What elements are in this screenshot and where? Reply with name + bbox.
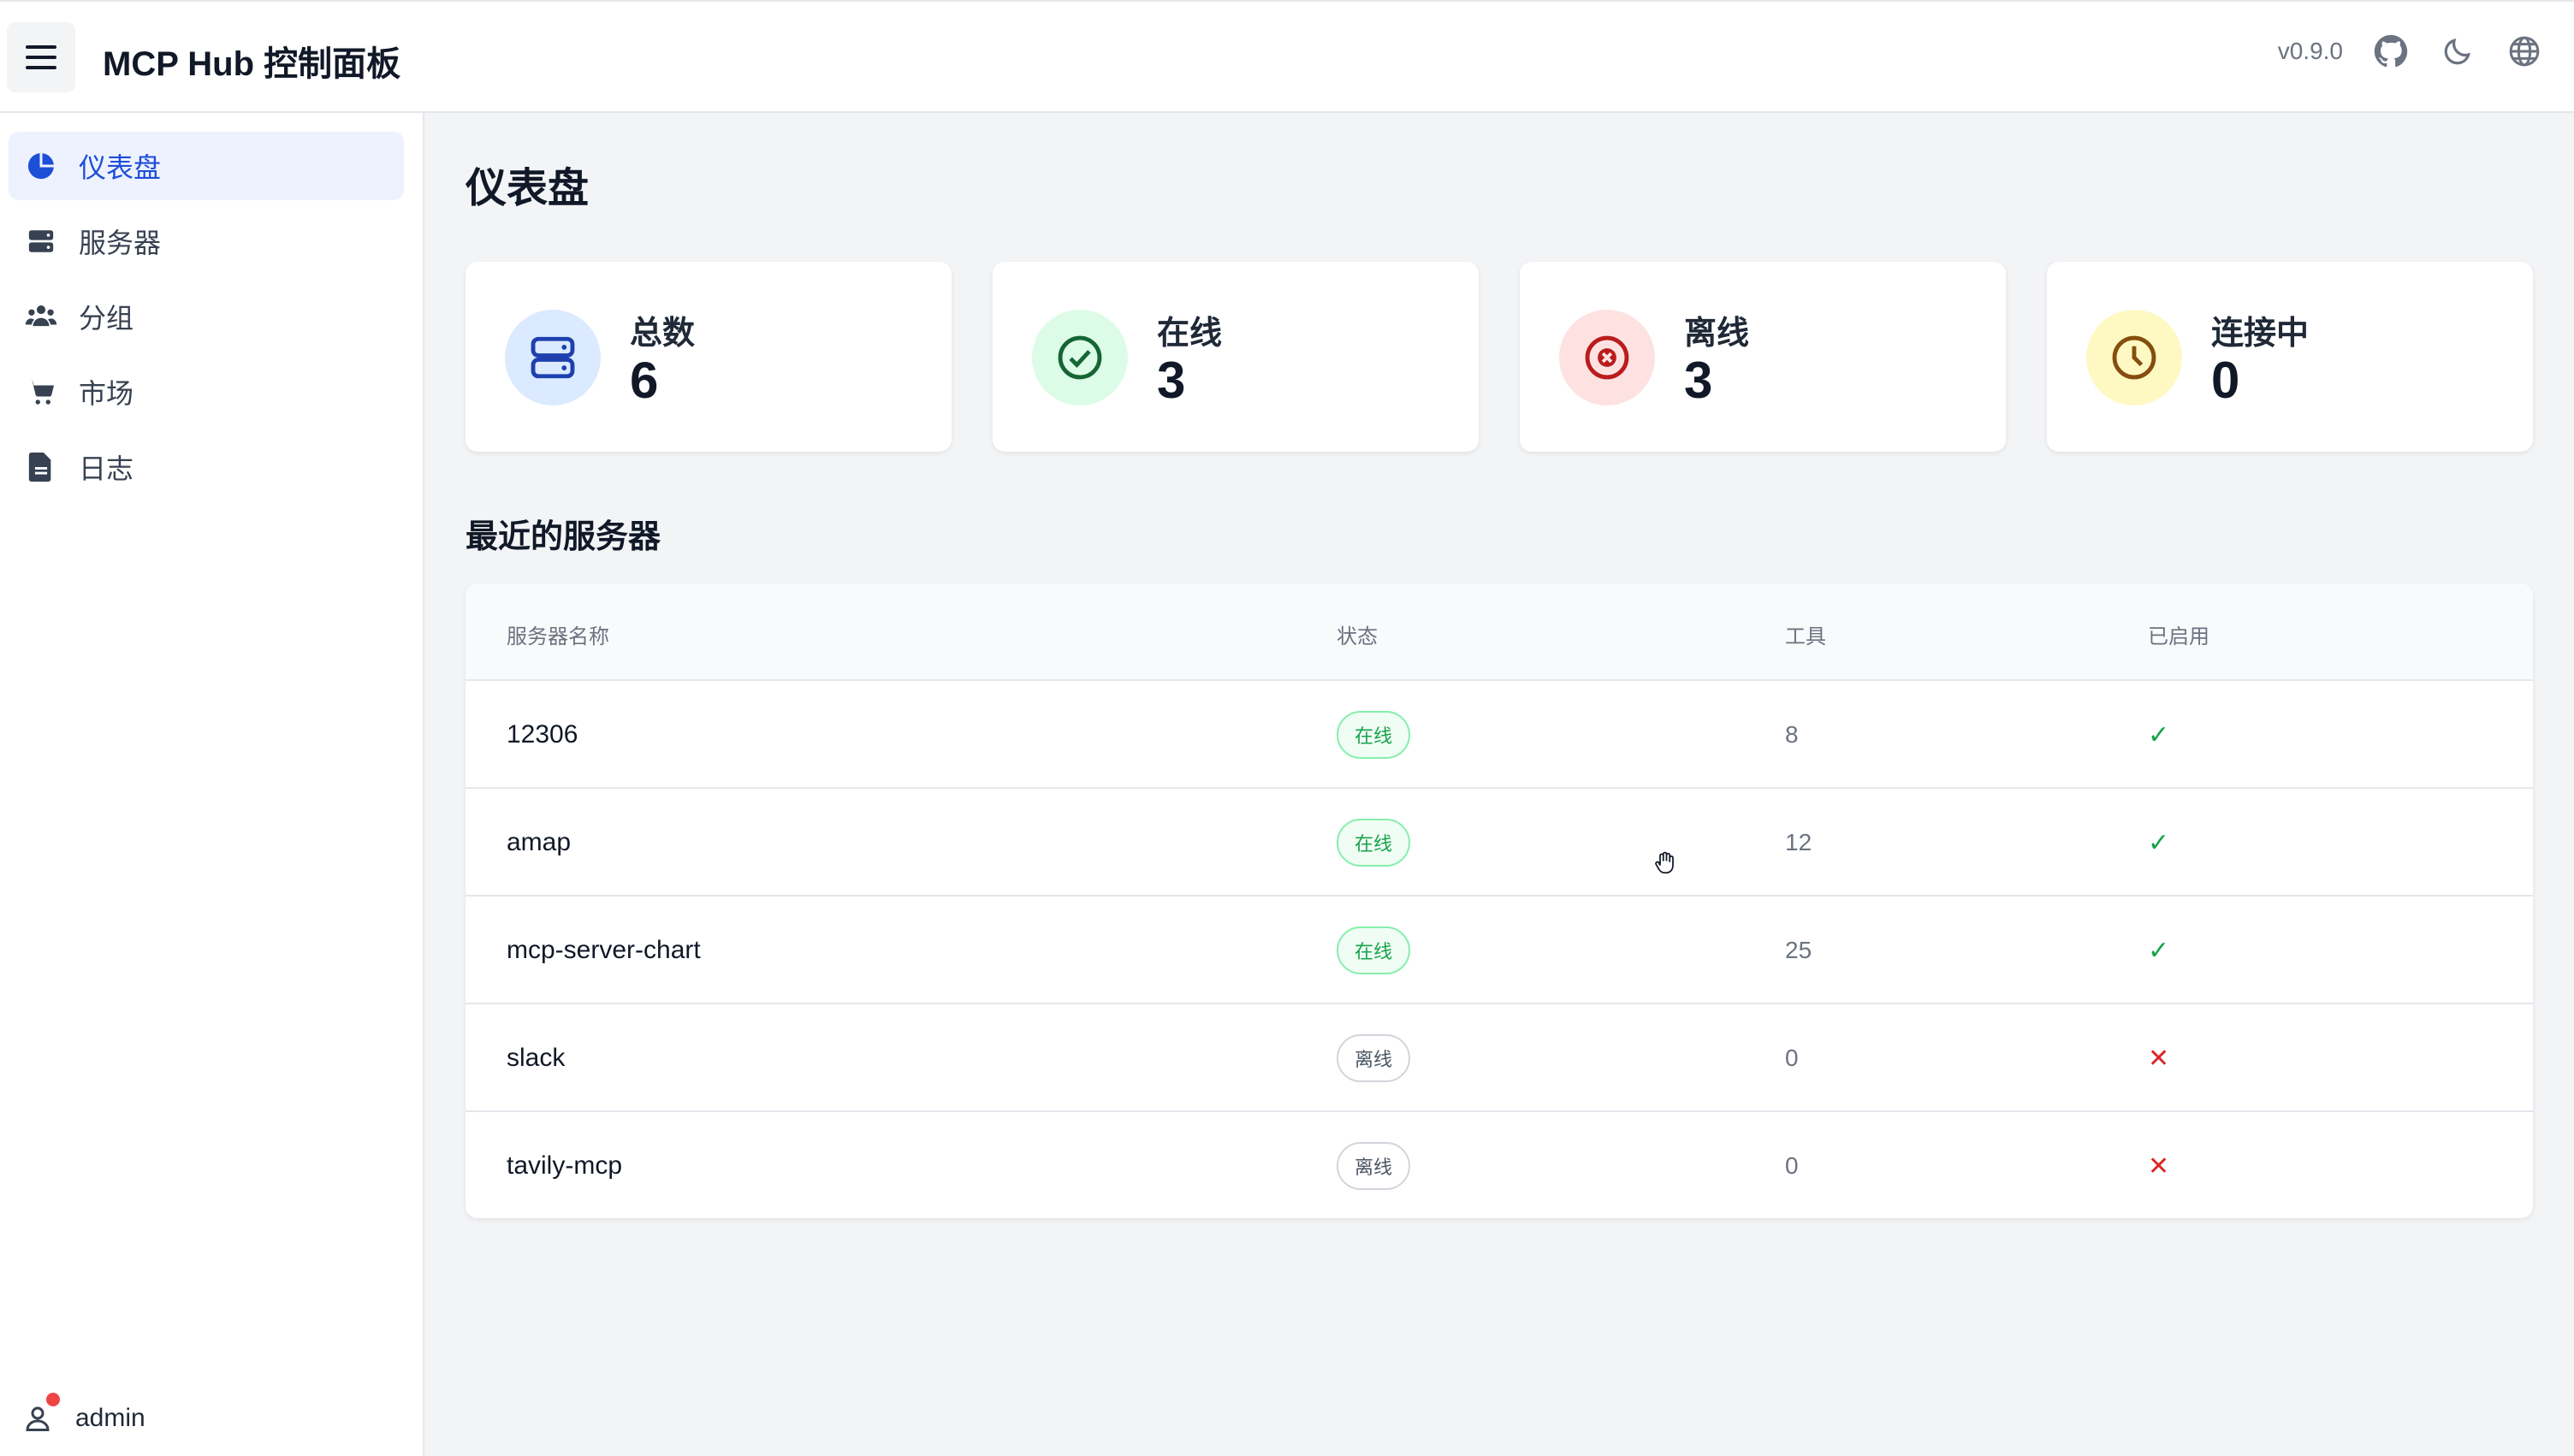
table-header: 服务器名称 状态 工具 已启用 [466, 583, 2533, 681]
stat-label: 总数 [630, 316, 696, 352]
sidebar: 仪表盘 服务器 分组 市场 日志 admin [0, 113, 424, 1456]
moon-icon[interactable] [2439, 33, 2476, 70]
sidebar-item-label: 市场 [79, 378, 134, 409]
status-cell: 在线 [1337, 681, 1410, 789]
server-icon [505, 310, 601, 405]
sidebar-item-dashboard[interactable]: 仪表盘 [9, 132, 404, 200]
tools-count: 0 [1785, 1045, 1799, 1071]
top-header: MCP Hub 控制面板 v0.9.0 [0, 0, 2574, 113]
stat-value: 3 [1684, 352, 1713, 409]
stat-card-total: 总数 6 [466, 262, 952, 452]
tools-count: 0 [1785, 1152, 1799, 1179]
x-circle-icon [1559, 310, 1655, 405]
clock-icon [2086, 310, 2182, 405]
stat-card-connecting: 连接中 0 [2047, 262, 2533, 452]
status-badge: 在线 [1337, 819, 1410, 867]
enabled-check-icon: ✓ [2148, 828, 2170, 857]
version-label: v0.9.0 [2277, 38, 2343, 64]
status-cell: 离线 [1337, 1112, 1410, 1218]
server-name: amap [507, 828, 572, 856]
github-icon[interactable] [2372, 33, 2410, 70]
username: admin [75, 1404, 145, 1432]
recent-servers-table: 服务器名称 状态 工具 已启用 12306 在线 8 ✓ amap 在线 12 … [466, 583, 2533, 1218]
app-root: MCP Hub 控制面板 v0.9.0 仪表盘 服务器 分组 市场 日志 adm… [0, 0, 2574, 1456]
stat-value: 6 [630, 352, 659, 409]
pie-chart-icon [24, 149, 58, 183]
server-icon [24, 224, 58, 258]
tools-count: 12 [1785, 829, 1812, 855]
check-circle-icon [1032, 310, 1128, 405]
server-name: slack [507, 1044, 566, 1072]
table-row[interactable]: slack 离线 0 ✕ [466, 1004, 2533, 1112]
disabled-x-icon: ✕ [2148, 1151, 2170, 1181]
disabled-x-icon: ✕ [2148, 1044, 2170, 1073]
sidebar-item-market[interactable]: 市场 [9, 358, 404, 426]
sidebar-item-servers[interactable]: 服务器 [9, 207, 404, 275]
tools-count: 8 [1785, 721, 1799, 748]
sidebar-item-logs[interactable]: 日志 [9, 433, 404, 501]
stat-card-online: 在线 3 [993, 262, 1479, 452]
table-row[interactable]: 12306 在线 8 ✓ [466, 681, 2533, 789]
status-cell: 在线 [1337, 897, 1410, 1004]
notification-dot [46, 1393, 60, 1406]
cart-icon [24, 375, 58, 409]
app-title: MCP Hub 控制面板 [103, 45, 401, 83]
stat-card-offline: 离线 3 [1520, 262, 2006, 452]
menu-toggle-button[interactable] [7, 22, 75, 92]
column-header-enabled: 已启用 [2148, 625, 2209, 648]
server-name: tavily-mcp [507, 1151, 623, 1180]
stat-label: 离线 [1684, 316, 1750, 352]
user-avatar-icon [19, 1393, 60, 1437]
status-cell: 在线 [1337, 789, 1410, 897]
status-cell: 离线 [1337, 1004, 1410, 1112]
server-name: 12306 [507, 720, 578, 749]
stat-label: 连接中 [2211, 316, 2310, 352]
header-actions: v0.9.0 [2278, 33, 2543, 70]
document-icon [24, 450, 58, 484]
table-row[interactable]: amap 在线 12 ✓ [466, 789, 2533, 897]
users-icon [24, 299, 58, 334]
user-menu[interactable]: admin [19, 1393, 145, 1437]
enabled-check-icon: ✓ [2148, 936, 2170, 965]
sidebar-item-label: 日志 [79, 453, 134, 484]
recent-servers-title: 最近的服务器 [466, 519, 661, 555]
sidebar-item-label: 服务器 [79, 228, 162, 258]
page-title: 仪表盘 [466, 166, 590, 211]
table-row[interactable]: tavily-mcp 离线 0 ✕ [466, 1112, 2533, 1218]
column-header-tools: 工具 [1785, 625, 1826, 648]
column-header-status: 状态 [1337, 625, 1378, 648]
tools-count: 25 [1785, 937, 1812, 963]
table-row[interactable]: mcp-server-chart 在线 25 ✓ [466, 897, 2533, 1004]
menu-icon [26, 45, 56, 69]
stat-value: 3 [1157, 352, 1186, 409]
enabled-check-icon: ✓ [2148, 720, 2170, 749]
status-badge: 在线 [1337, 926, 1410, 974]
globe-icon[interactable] [2506, 33, 2543, 70]
status-badge: 离线 [1337, 1034, 1410, 1082]
stat-label: 在线 [1157, 316, 1223, 352]
sidebar-item-label: 仪表盘 [79, 152, 162, 183]
sidebar-item-label: 分组 [79, 303, 134, 334]
stat-value: 0 [2211, 352, 2240, 409]
status-badge: 离线 [1337, 1142, 1410, 1190]
status-badge: 在线 [1337, 711, 1410, 759]
server-name: mcp-server-chart [507, 936, 701, 964]
column-header-name: 服务器名称 [507, 625, 609, 648]
hand-cursor-icon [1652, 850, 1677, 876]
sidebar-item-groups[interactable]: 分组 [9, 282, 404, 351]
